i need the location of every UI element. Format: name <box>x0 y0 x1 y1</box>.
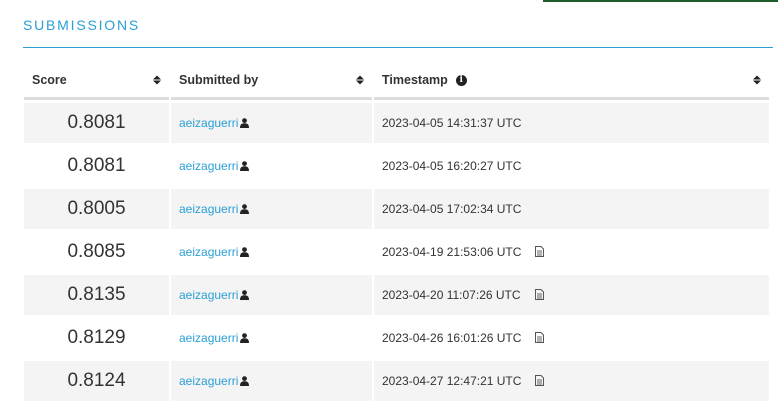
user-link[interactable]: aeizaguerri <box>179 288 238 302</box>
info-icon[interactable]: i <box>455 75 467 87</box>
submitted-by-cell: aeizaguerri <box>171 103 372 143</box>
table-row: 0.8081 aeizaguerri 2023-04-05 14:31:37 UTC <box>24 103 769 143</box>
sort-icon[interactable] <box>753 75 761 85</box>
table-row: 0.8081 aeizaguerri 2023-04-05 16:20:27 UTC <box>24 146 769 186</box>
submitted-by-header-label: Submitted by <box>179 73 259 87</box>
timestamp-text: 2023-04-26 16:01:26 UTC <box>382 331 522 345</box>
timestamp-cell: 2023-04-05 17:02:34 UTC <box>374 189 769 229</box>
submitted-by-cell: aeizaguerri <box>171 318 372 358</box>
submissions-table: Score Submitted by Timestamp i 0.8081 aeiz… <box>22 60 771 404</box>
section-title: SUBMISSIONS <box>23 17 141 33</box>
file-icon[interactable] <box>535 332 545 343</box>
submitted-by-cell: aeizaguerri <box>171 232 372 272</box>
file-icon[interactable] <box>534 289 544 300</box>
table-row: 0.8005 aeizaguerri 2023-04-05 17:02:34 UTC <box>24 189 769 229</box>
timestamp-cell: 2023-04-20 11:07:26 UTC <box>374 275 769 315</box>
user-icon <box>240 247 250 257</box>
submitted-by-cell: aeizaguerri <box>171 146 372 186</box>
sort-icon[interactable] <box>356 75 364 85</box>
table-row: 0.8124 aeizaguerri 2023-04-27 12:47:21 UTC <box>24 361 769 401</box>
score-cell: 0.8085 <box>24 232 169 272</box>
user-icon <box>240 333 250 343</box>
score-cell: 0.8081 <box>24 103 169 143</box>
score-header-label: Score <box>32 73 67 87</box>
submitted-by-column-header[interactable]: Submitted by <box>171 63 372 100</box>
user-icon <box>240 118 250 128</box>
score-cell: 0.8081 <box>24 146 169 186</box>
timestamp-cell: 2023-04-26 16:01:26 UTC <box>374 318 769 358</box>
table-row: 0.8129 aeizaguerri 2023-04-26 16:01:26 UTC <box>24 318 769 358</box>
sort-icon[interactable] <box>153 75 161 85</box>
title-divider <box>23 47 773 48</box>
user-link[interactable]: aeizaguerri <box>179 245 238 259</box>
top-accent-bar <box>543 0 778 2</box>
timestamp-text: 2023-04-05 14:31:37 UTC <box>382 116 522 130</box>
submitted-by-cell: aeizaguerri <box>171 275 372 315</box>
timestamp-text: 2023-04-27 12:47:21 UTC <box>382 374 522 388</box>
timestamp-text: 2023-04-20 11:07:26 UTC <box>382 288 521 302</box>
user-link[interactable]: aeizaguerri <box>179 159 238 173</box>
user-link[interactable]: aeizaguerri <box>179 202 238 216</box>
user-icon <box>240 204 250 214</box>
table-header-row: Score Submitted by Timestamp i <box>24 63 769 100</box>
score-column-header[interactable]: Score <box>24 63 169 100</box>
timestamp-text: 2023-04-19 21:53:06 UTC <box>382 245 522 259</box>
file-icon[interactable] <box>535 375 545 386</box>
user-link[interactable]: aeizaguerri <box>179 374 238 388</box>
timestamp-cell: 2023-04-05 16:20:27 UTC <box>374 146 769 186</box>
submitted-by-cell: aeizaguerri <box>171 189 372 229</box>
score-cell: 0.8135 <box>24 275 169 315</box>
timestamp-text: 2023-04-05 17:02:34 UTC <box>382 202 522 216</box>
user-icon <box>240 376 250 386</box>
score-cell: 0.8005 <box>24 189 169 229</box>
score-cell: 0.8124 <box>24 361 169 401</box>
user-icon <box>240 290 250 300</box>
timestamp-cell: 2023-04-05 14:31:37 UTC <box>374 103 769 143</box>
timestamp-header-label: Timestamp <box>382 73 448 87</box>
user-link[interactable]: aeizaguerri <box>179 331 238 345</box>
user-icon <box>240 161 250 171</box>
table-row: 0.8085 aeizaguerri 2023-04-19 21:53:06 UTC <box>24 232 769 272</box>
file-icon[interactable] <box>535 246 545 257</box>
user-link[interactable]: aeizaguerri <box>179 116 238 130</box>
table-row: 0.8135 aeizaguerri 2023-04-20 11:07:26 UTC <box>24 275 769 315</box>
timestamp-cell: 2023-04-19 21:53:06 UTC <box>374 232 769 272</box>
submitted-by-cell: aeizaguerri <box>171 361 372 401</box>
timestamp-text: 2023-04-05 16:20:27 UTC <box>382 159 522 173</box>
score-cell: 0.8129 <box>24 318 169 358</box>
timestamp-cell: 2023-04-27 12:47:21 UTC <box>374 361 769 401</box>
timestamp-column-header[interactable]: Timestamp i <box>374 63 769 100</box>
